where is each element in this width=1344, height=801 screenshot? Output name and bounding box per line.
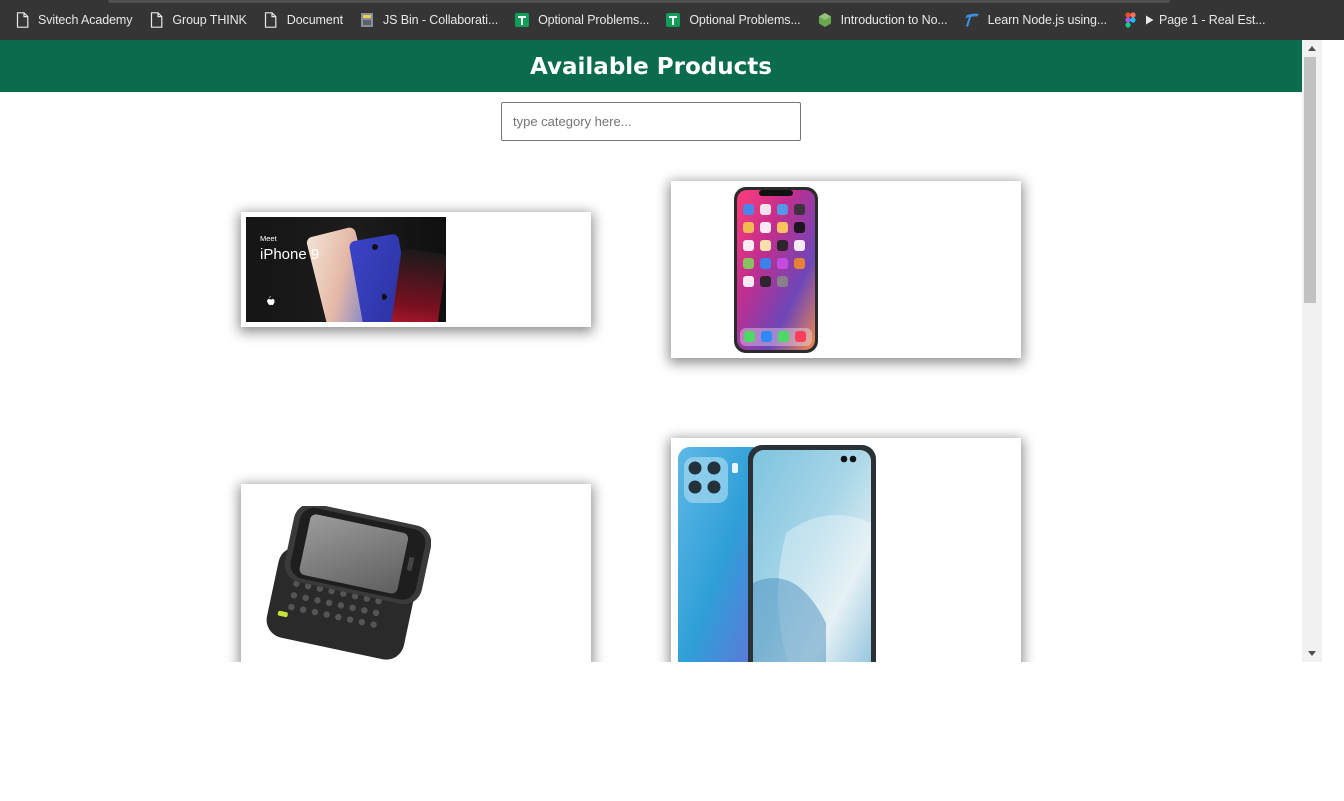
page-icon	[263, 12, 279, 28]
scrollbar-thumb[interactable]	[1304, 57, 1316, 303]
bookmarks-bar: Svitech Academy Group THINK Document JS …	[0, 0, 1344, 40]
product-card[interactable]	[671, 438, 1021, 662]
bookmark-label: Group THINK	[172, 13, 247, 27]
product-card[interactable]	[241, 484, 591, 662]
page-icon	[148, 12, 164, 28]
category-search-input[interactable]	[501, 102, 801, 141]
product-card[interactable]	[671, 181, 1021, 358]
iphone-9-promo-image: Meet iPhone 9	[246, 217, 446, 322]
bookmark-introduction-to-node[interactable]: Introduction to No...	[817, 6, 948, 34]
page-header: Available Products	[0, 40, 1302, 92]
scroll-down-arrow-icon[interactable]	[1308, 651, 1316, 656]
bookmark-label: Document	[286, 13, 343, 27]
slider-keyboard-phone-image	[266, 506, 431, 660]
vertical-scrollbar[interactable]	[1302, 40, 1322, 662]
page-viewport: Available Products Meet iPhone 9	[0, 40, 1322, 662]
promo-model-text: iPhone 9	[260, 246, 319, 263]
sheets-icon	[665, 12, 681, 28]
promo-meet-text: Meet	[260, 234, 278, 243]
page-title: Available Products	[530, 54, 772, 80]
bookmark-optional-problems-2[interactable]: Optional Problems...	[665, 6, 801, 34]
bookmark-group-think[interactable]: Group THINK	[148, 6, 247, 34]
page-icon	[14, 12, 30, 28]
bookmark-document[interactable]: Document	[263, 6, 343, 34]
bookmark-optional-problems-1[interactable]: Optional Problems...	[514, 6, 649, 34]
bookmark-label: Optional Problems...	[689, 13, 801, 27]
bookmark-label: Page 1 - Real Est...	[1158, 13, 1266, 27]
bookmark-svitech-academy[interactable]: Svitech Academy	[14, 6, 132, 34]
blue-quad-camera-phone-image	[678, 445, 876, 662]
bookmark-js-bin[interactable]: JS Bin - Collaborati...	[359, 6, 498, 34]
play-icon	[1145, 12, 1155, 28]
bookmark-label: Learn Node.js using...	[987, 13, 1108, 27]
bookmark-page-1-real-estate[interactable]: Page 1 - Real Est...	[1123, 6, 1265, 34]
scroll-up-arrow-icon[interactable]	[1308, 46, 1316, 51]
bookmark-label: Introduction to No...	[840, 13, 948, 27]
iphone-x-image	[734, 187, 818, 353]
nodejs-icon	[817, 12, 833, 28]
bookmark-label: JS Bin - Collaborati...	[382, 13, 499, 27]
learn-icon	[964, 12, 980, 28]
jsbin-icon	[359, 12, 375, 28]
bookmark-label: Optional Problems...	[538, 13, 650, 27]
product-card[interactable]: Meet iPhone 9	[241, 212, 591, 327]
bookmark-learn-nodejs[interactable]: Learn Node.js using...	[964, 6, 1107, 34]
bookmark-label: Svitech Academy	[38, 13, 133, 27]
blank-area	[0, 662, 1344, 801]
sheets-icon	[514, 12, 530, 28]
figma-icon	[1123, 12, 1139, 28]
